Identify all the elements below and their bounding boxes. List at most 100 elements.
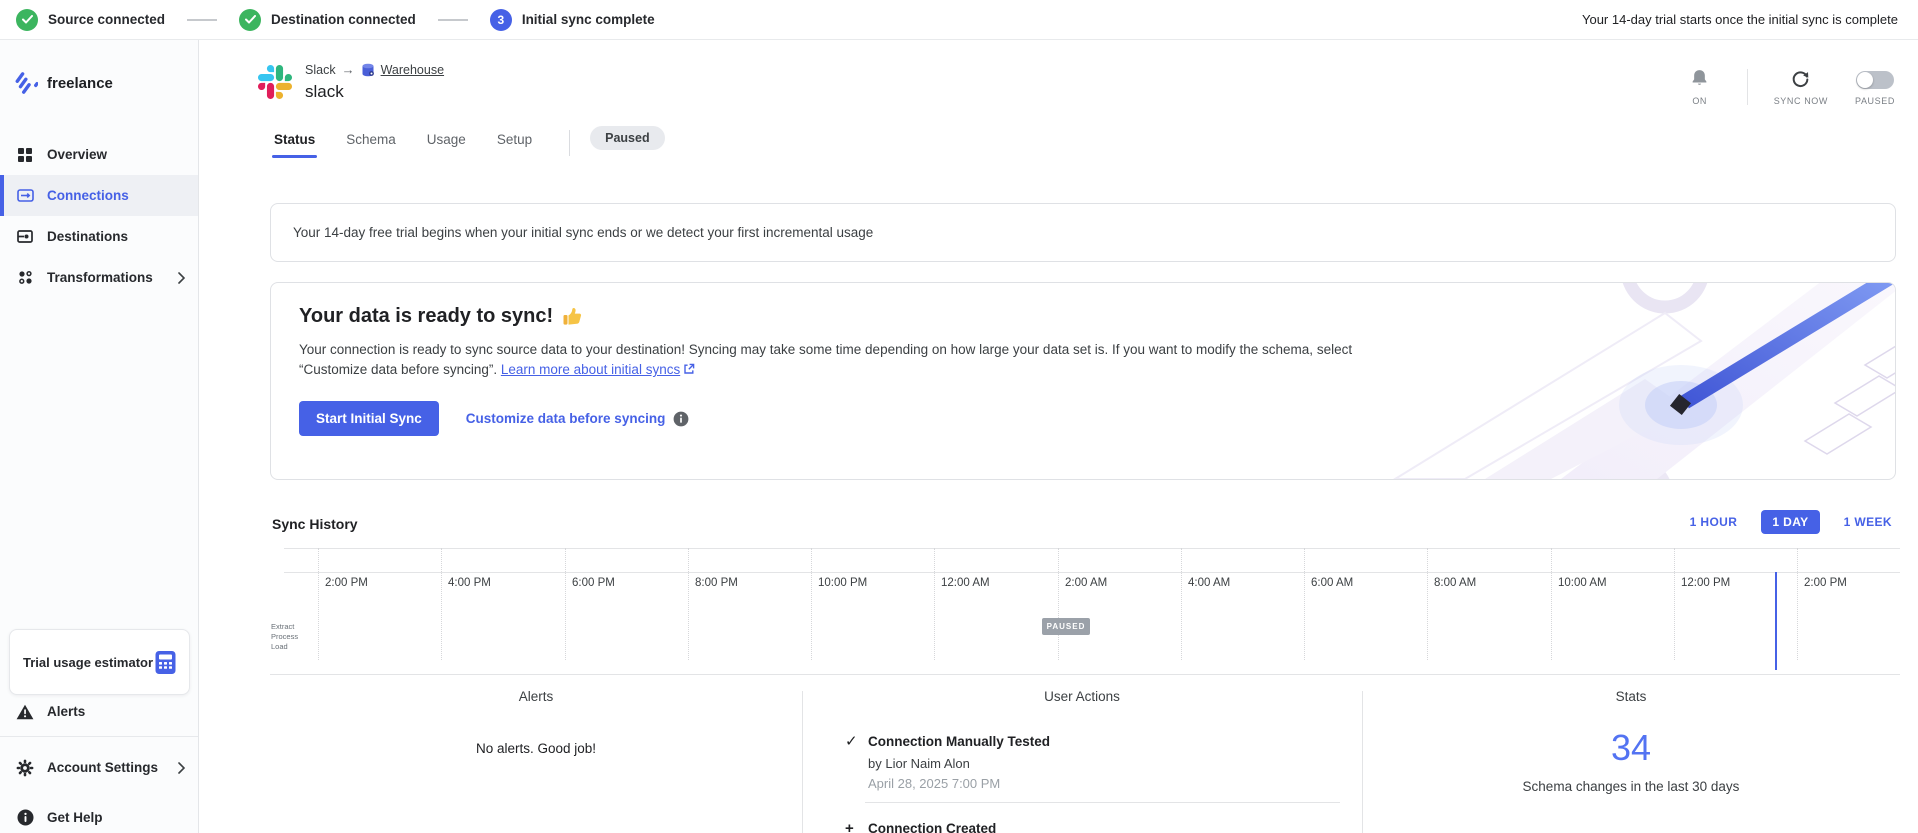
gear-icon: [16, 759, 34, 777]
step-number-badge: 3: [490, 9, 512, 31]
check-circle-icon: [239, 9, 261, 31]
trial-banner: Your 14-day free trial begins when your …: [270, 203, 1896, 262]
calculator-icon: [154, 650, 177, 675]
brand-name: freelance: [47, 75, 113, 92]
learn-more-link[interactable]: Learn more about initial syncs: [501, 362, 680, 377]
plus-icon: +: [845, 820, 861, 833]
brand[interactable]: freelance: [14, 70, 113, 97]
tab-status[interactable]: Status: [272, 132, 317, 158]
chart-gridline: [1427, 548, 1428, 660]
user-action-entry: ✓ Connection Manually Tested by Lior Nai…: [845, 733, 1340, 792]
ready-card-title: Your data is ready to sync!: [299, 305, 553, 328]
sync-history-chart: 2:00 PM 4:00 PM 6:00 PM 8:00 PM 10:00 PM…: [270, 548, 1900, 674]
range-1-hour[interactable]: 1 HOUR: [1686, 510, 1742, 534]
user-action-title: Connection Created: [868, 820, 996, 833]
step-label: Destination connected: [271, 12, 416, 27]
chart-gridline: [1551, 548, 1552, 660]
range-1-day[interactable]: 1 DAY: [1761, 510, 1819, 534]
paused-toggle[interactable]: [1856, 71, 1894, 89]
user-action-entry: + Connection Created by Lior Naim Alon: [845, 820, 1340, 833]
connection-controls: ON SYNC NOW PAUSED: [1679, 67, 1896, 106]
tick-label: 2:00 AM: [1065, 577, 1107, 589]
tick-label: 6:00 AM: [1311, 577, 1353, 589]
tabs-divider: [569, 130, 570, 156]
user-action-title: Connection Manually Tested: [868, 733, 1050, 751]
warehouse-icon: [361, 63, 375, 77]
sidebar-item-label: Get Help: [47, 810, 103, 825]
thumbs-up-icon: [562, 306, 583, 327]
user-actions-divider: [865, 802, 1340, 803]
sidebar-item-label: Alerts: [47, 704, 85, 719]
external-link-icon: [683, 363, 695, 375]
paused-chip: PAUSED: [1042, 618, 1090, 635]
ready-card-actions: Start Initial Sync Customize data before…: [299, 401, 1355, 436]
sync-history-title: Sync History: [272, 516, 358, 532]
sidebar-item-account-settings[interactable]: Account Settings: [0, 747, 198, 788]
check-circle-icon: [16, 9, 38, 31]
sidebar-item-connections[interactable]: Connections: [0, 175, 198, 216]
notifications-control[interactable]: ON: [1679, 67, 1721, 106]
stats-panel: Stats 34 Schema changes in the last 30 d…: [1362, 675, 1900, 833]
sync-now-button[interactable]: SYNC NOW: [1774, 67, 1828, 106]
stats-panel-title: Stats: [1362, 689, 1900, 704]
connections-icon: [16, 187, 34, 205]
chart-gridline: [565, 548, 566, 660]
tick-label: 10:00 PM: [818, 577, 867, 589]
ready-card-content: Your data is ready to sync! Your connect…: [299, 305, 1355, 436]
tick-label: 12:00 AM: [941, 577, 990, 589]
sidebar-item-label: Overview: [47, 147, 107, 162]
step-initial-sync: 3 Initial sync complete: [490, 9, 655, 31]
tab-usage[interactable]: Usage: [425, 132, 468, 158]
breadcrumb: Slack → Warehouse: [305, 62, 444, 78]
connection-header: Slack → Warehouse slack: [258, 62, 444, 102]
pause-toggle-control[interactable]: PAUSED: [1854, 67, 1896, 106]
sidebar-item-label: Connections: [47, 188, 129, 203]
chart-gridline: [811, 548, 812, 660]
source-name: Slack: [305, 62, 336, 78]
chart-gridline: [1304, 548, 1305, 660]
trial-usage-estimator-card[interactable]: Trial usage estimator: [9, 629, 190, 695]
start-initial-sync-button[interactable]: Start Initial Sync: [299, 401, 439, 436]
app-window: Source connected Destination connected 3…: [0, 0, 1918, 833]
pipeline-illustration: [1335, 283, 1895, 479]
toggle-knob: [1857, 72, 1873, 88]
user-action-by: by Lior Naim Alon: [868, 755, 1050, 772]
row-label-process: Process: [271, 632, 298, 642]
tick-label: 12:00 PM: [1681, 577, 1730, 589]
chart-top-line: [284, 548, 1900, 549]
sidebar-item-alerts[interactable]: Alerts: [0, 691, 198, 732]
step-connector: [438, 19, 468, 21]
tick-label: 4:00 PM: [448, 577, 491, 589]
sidebar-item-transformations[interactable]: Transformations: [0, 257, 198, 298]
tick-label: 10:00 AM: [1558, 577, 1607, 589]
slack-logo-icon: [258, 65, 292, 99]
controls-divider: [1747, 69, 1748, 105]
tick-label: 2:00 PM: [1804, 577, 1847, 589]
trial-note: Your 14-day trial starts once the initia…: [1582, 12, 1902, 27]
range-1-week[interactable]: 1 WEEK: [1840, 510, 1896, 534]
customize-data-link-label: Customize data before syncing: [466, 411, 666, 426]
current-time-marker: [1775, 572, 1777, 670]
sidebar-divider: [0, 736, 198, 737]
sidebar-item-destinations[interactable]: Destinations: [0, 216, 198, 257]
schema-changes-caption: Schema changes in the last 30 days: [1362, 779, 1900, 794]
connection-name: slack: [305, 81, 444, 102]
destination-link[interactable]: Warehouse: [381, 62, 444, 78]
tab-bar: Status Schema Usage Setup Paused: [272, 132, 665, 158]
connection-meta: Slack → Warehouse slack: [305, 62, 444, 102]
row-label-load: Load: [271, 642, 298, 652]
customize-data-link[interactable]: Customize data before syncing: [466, 411, 690, 427]
refresh-icon: [1791, 67, 1810, 89]
tab-setup[interactable]: Setup: [495, 132, 534, 158]
sidebar-item-get-help[interactable]: Get Help: [0, 797, 198, 833]
row-label-extract: Extract: [271, 622, 298, 632]
tick-label: 8:00 PM: [695, 577, 738, 589]
tick-label: 6:00 PM: [572, 577, 615, 589]
sidebar-item-overview[interactable]: Overview: [0, 134, 198, 175]
ready-card-body: Your connection is ready to sync source …: [299, 340, 1355, 380]
tab-schema[interactable]: Schema: [344, 132, 398, 158]
trial-usage-estimator-label: Trial usage estimator: [23, 655, 154, 670]
chevron-right-icon: [178, 762, 185, 774]
sidebar-item-label: Destinations: [47, 229, 128, 244]
chart-gridline: [688, 548, 689, 660]
